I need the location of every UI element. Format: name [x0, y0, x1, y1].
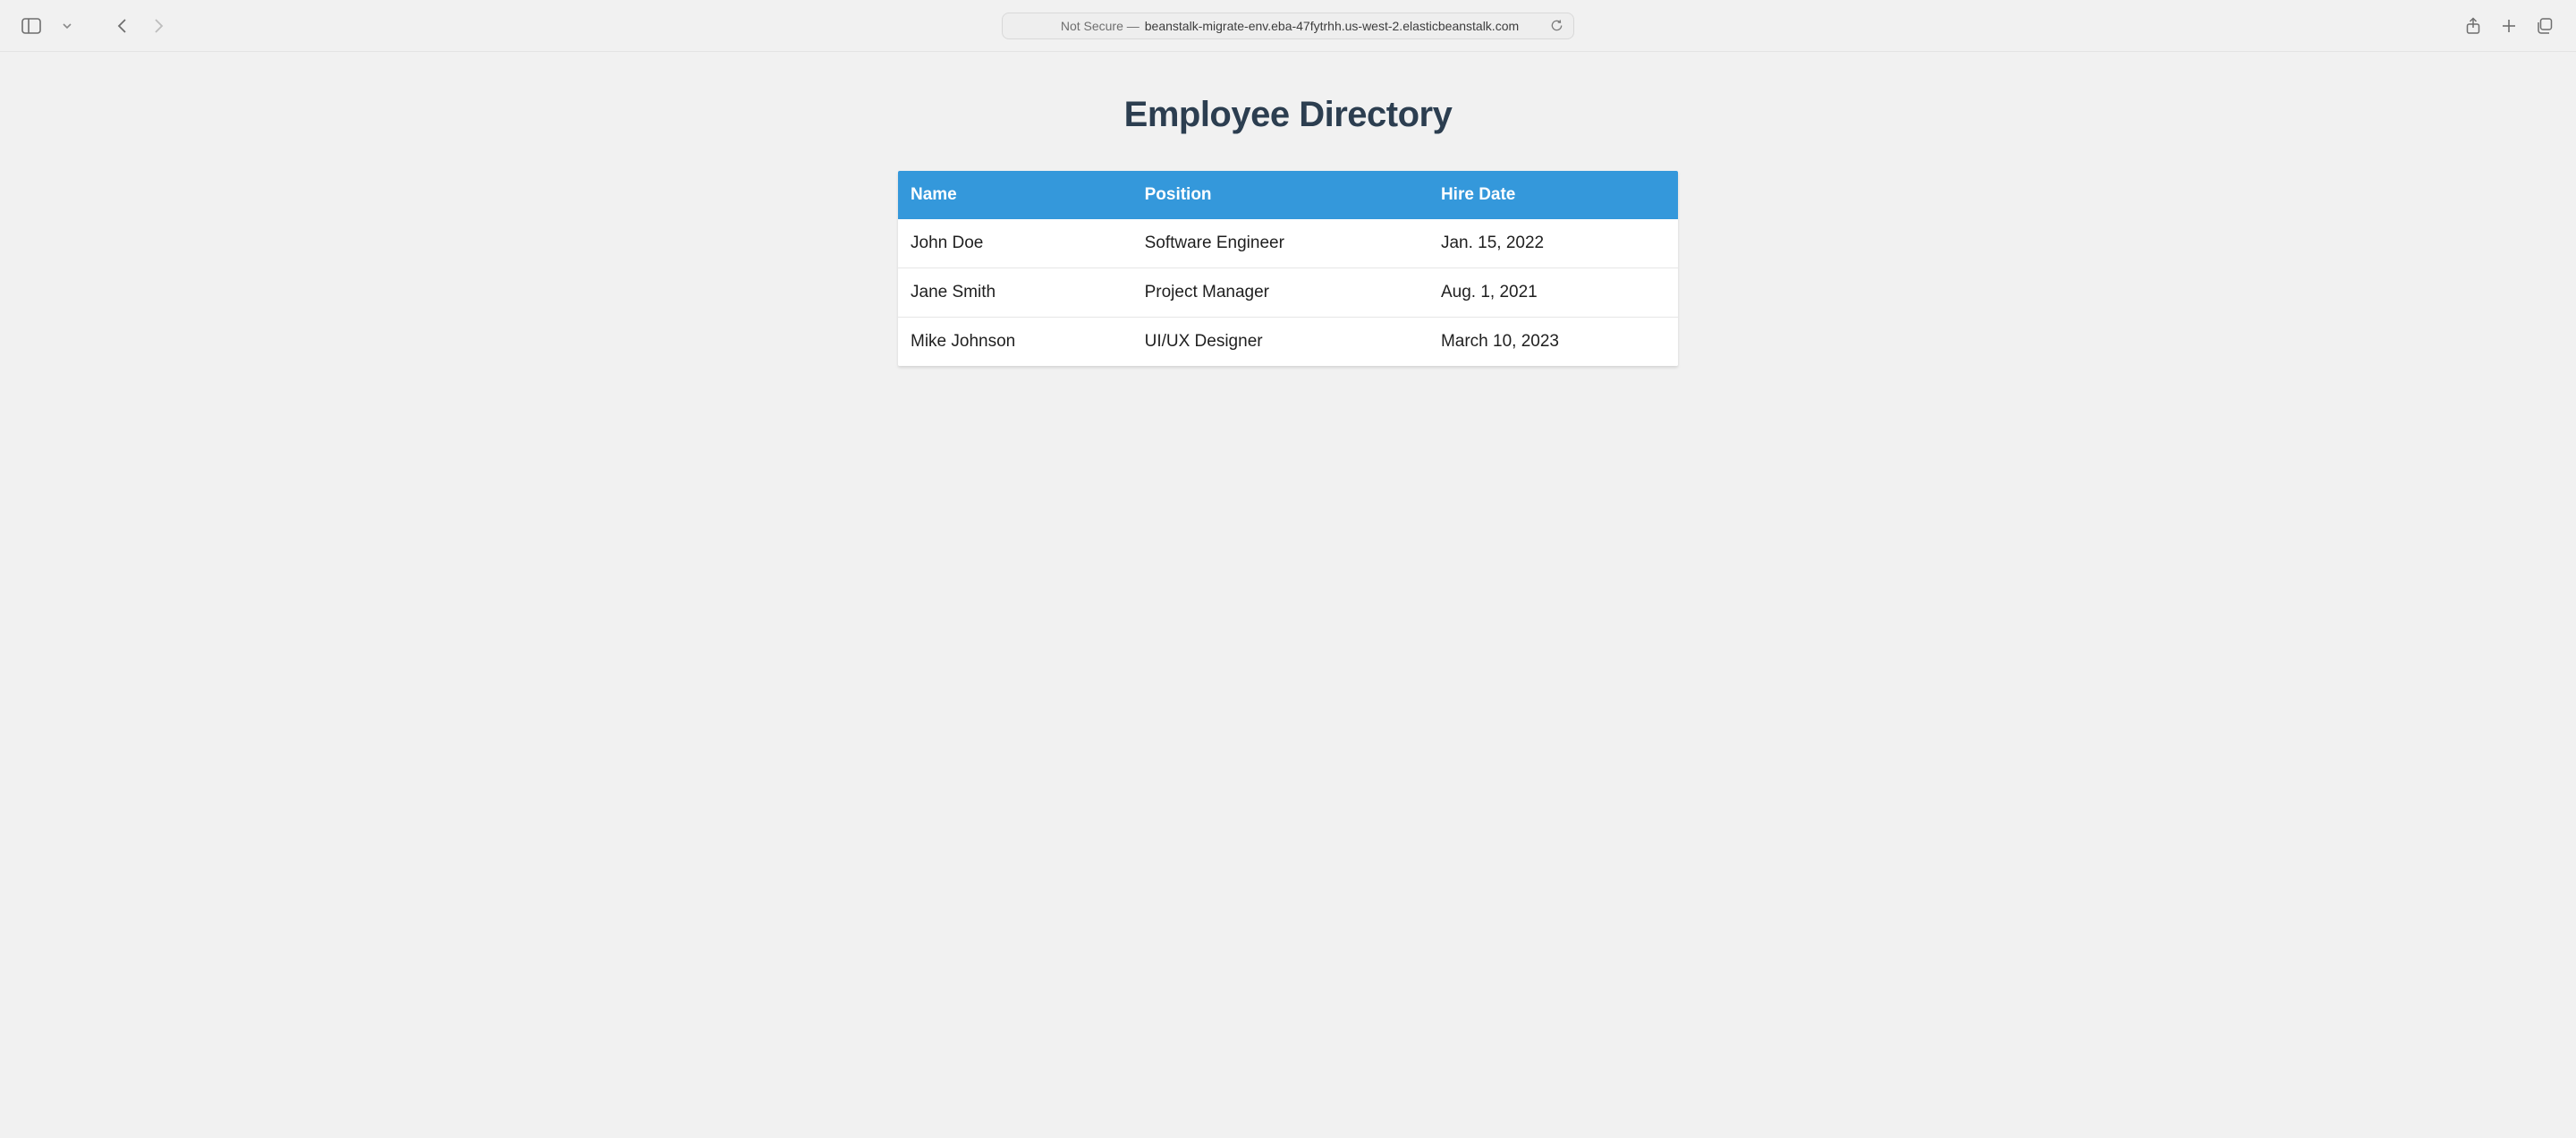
cell-hire-date: March 10, 2023	[1428, 318, 1678, 367]
sidebar-toggle-button[interactable]	[16, 11, 47, 41]
cell-hire-date: Aug. 1, 2021	[1428, 268, 1678, 318]
tab-group-menu-button[interactable]	[52, 11, 82, 41]
page-title: Employee Directory	[1124, 95, 1453, 135]
cell-hire-date: Jan. 15, 2022	[1428, 219, 1678, 268]
cell-name: Mike Johnson	[898, 318, 1132, 367]
address-text: Not Secure — beanstalk-migrate-env.eba-4…	[1061, 19, 1519, 33]
cell-position: UI/UX Designer	[1132, 318, 1428, 367]
tabs-overview-button[interactable]	[2529, 11, 2560, 41]
forward-button[interactable]	[143, 11, 174, 41]
table-row: John Doe Software Engineer Jan. 15, 2022	[898, 219, 1678, 268]
reload-button[interactable]	[1546, 16, 1566, 36]
address-bar[interactable]: Not Secure — beanstalk-migrate-env.eba-4…	[1002, 13, 1574, 39]
address-security-label: Not Secure —	[1061, 19, 1140, 33]
cell-name: Jane Smith	[898, 268, 1132, 318]
column-header-name: Name	[898, 171, 1132, 219]
browser-toolbar: Not Secure — beanstalk-migrate-env.eba-4…	[0, 0, 2576, 52]
cell-name: John Doe	[898, 219, 1132, 268]
back-button[interactable]	[107, 11, 138, 41]
table-row: Jane Smith Project Manager Aug. 1, 2021	[898, 268, 1678, 318]
address-host: beanstalk-migrate-env.eba-47fytrhh.us-we…	[1145, 19, 1519, 33]
table-header-row: Name Position Hire Date	[898, 171, 1678, 219]
share-button[interactable]	[2458, 11, 2488, 41]
page-body: Employee Directory Name Position Hire Da…	[0, 52, 2576, 437]
toolbar-right	[2381, 11, 2560, 41]
new-tab-button[interactable]	[2494, 11, 2524, 41]
cell-position: Software Engineer	[1132, 219, 1428, 268]
employee-table-container: Name Position Hire Date John Doe Softwar…	[898, 171, 1678, 366]
toolbar-center: Not Secure — beanstalk-migrate-env.eba-4…	[202, 13, 2374, 39]
cell-position: Project Manager	[1132, 268, 1428, 318]
employee-table: Name Position Hire Date John Doe Softwar…	[898, 171, 1678, 366]
table-row: Mike Johnson UI/UX Designer March 10, 20…	[898, 318, 1678, 367]
toolbar-left	[16, 11, 195, 41]
column-header-hire-date: Hire Date	[1428, 171, 1678, 219]
column-header-position: Position	[1132, 171, 1428, 219]
